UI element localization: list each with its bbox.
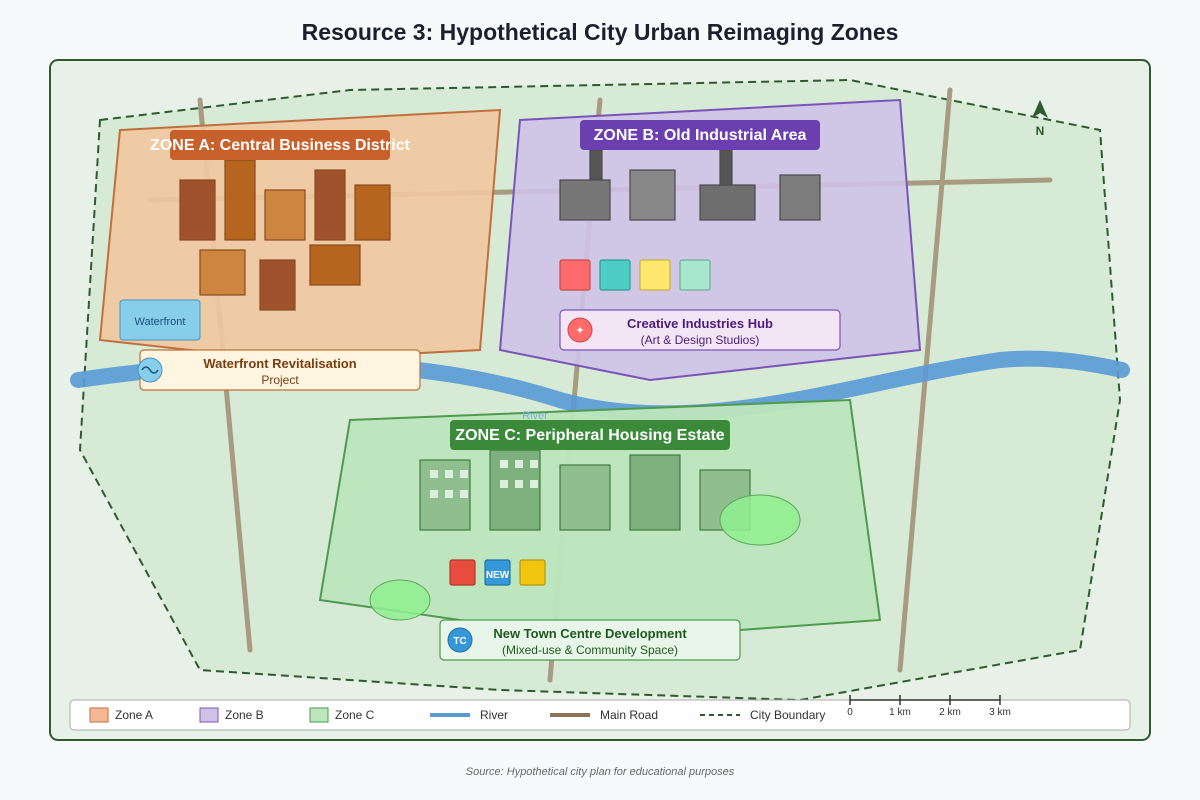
- new-building: [519, 559, 546, 586]
- zone-c: River NEW ZONE C: Peripheral Housing Est…: [318, 398, 882, 642]
- legend-label-zone-c: Zone C: [335, 708, 375, 722]
- building: [199, 249, 246, 296]
- map-figure: Resource 3: Hypothetical City Urban Reim…: [49, 19, 1151, 778]
- studio: [559, 259, 591, 291]
- studio: [679, 259, 711, 291]
- legend-label-zone-b: Zone B: [225, 708, 264, 722]
- legend-label-zone-a: Zone A: [115, 708, 153, 722]
- building: [264, 189, 306, 241]
- star-icon-glyph: ✦: [575, 324, 584, 337]
- callout-creative: ✦ Creative Industries Hub (Art & Design …: [559, 309, 841, 351]
- scale-label: 0: [847, 707, 853, 718]
- legend-label-river: River: [480, 708, 508, 722]
- source-note: Source: Hypothetical city plan for educa…: [466, 766, 735, 778]
- legend: Zone A Zone B Zone C River Main Road Cit…: [69, 695, 1131, 731]
- building: [179, 179, 216, 241]
- callout-waterfront-subtitle: Project: [261, 373, 299, 387]
- callout-towncentre: TC New Town Centre Development (Mixed-us…: [439, 619, 741, 661]
- zone-c-label: ZONE C: Peripheral Housing Estate: [455, 427, 724, 444]
- callout-towncentre-title: New Town Centre Development: [493, 626, 687, 641]
- building: [224, 159, 256, 241]
- callout-creative-title: Creative Industries Hub: [627, 316, 773, 331]
- green-space: [719, 494, 801, 546]
- callout-waterfront-title: Waterfront Revitalisation: [203, 356, 356, 371]
- legend-swatch-zone-a: [89, 707, 109, 723]
- housing-block: [629, 454, 681, 531]
- scale-label: 1 km: [889, 707, 911, 718]
- factory: [779, 174, 821, 221]
- callout-waterfront: Waterfront Revitalisation Project: [137, 349, 421, 391]
- new-building: [449, 559, 476, 586]
- legend-label-road: Main Road: [600, 708, 658, 722]
- factory: [559, 179, 611, 221]
- scale-label: 3 km: [989, 707, 1011, 718]
- scale-label: 2 km: [939, 707, 961, 718]
- studio: [599, 259, 631, 291]
- green-space: [369, 579, 431, 621]
- chimney: [719, 149, 733, 186]
- factory: [629, 169, 676, 221]
- star-icon: ✦: [567, 317, 593, 343]
- zone-a: Waterfront ZONE A: Central Business Dist…: [98, 108, 502, 362]
- chimney: [589, 149, 603, 181]
- compass-label: N: [1036, 124, 1045, 138]
- factory: [699, 184, 756, 221]
- tc-badge-text: TC: [453, 636, 466, 647]
- studio: [639, 259, 671, 291]
- page-title: Resource 3: Hypothetical City Urban Reim…: [302, 19, 899, 45]
- zone-b-label: ZONE B: Old Industrial Area: [594, 127, 807, 144]
- building: [259, 259, 296, 311]
- housing-block: [559, 464, 611, 531]
- building: [314, 169, 346, 241]
- new-badge: NEW: [486, 570, 510, 581]
- wave-icon: [137, 357, 163, 383]
- building: [354, 184, 391, 241]
- legend-swatch-zone-c: [309, 707, 329, 723]
- callout-towncentre-subtitle: (Mixed-use & Community Space): [502, 643, 678, 657]
- building: [309, 244, 361, 286]
- legend-label-boundary: City Boundary: [750, 708, 825, 722]
- legend-swatch-zone-b: [199, 707, 219, 723]
- callout-creative-subtitle: (Art & Design Studios): [641, 333, 760, 347]
- zone-a-label: ZONE A: Central Business District: [150, 137, 411, 154]
- tc-badge-icon: TC: [447, 627, 473, 653]
- waterfront-box-label: Waterfront: [135, 316, 186, 328]
